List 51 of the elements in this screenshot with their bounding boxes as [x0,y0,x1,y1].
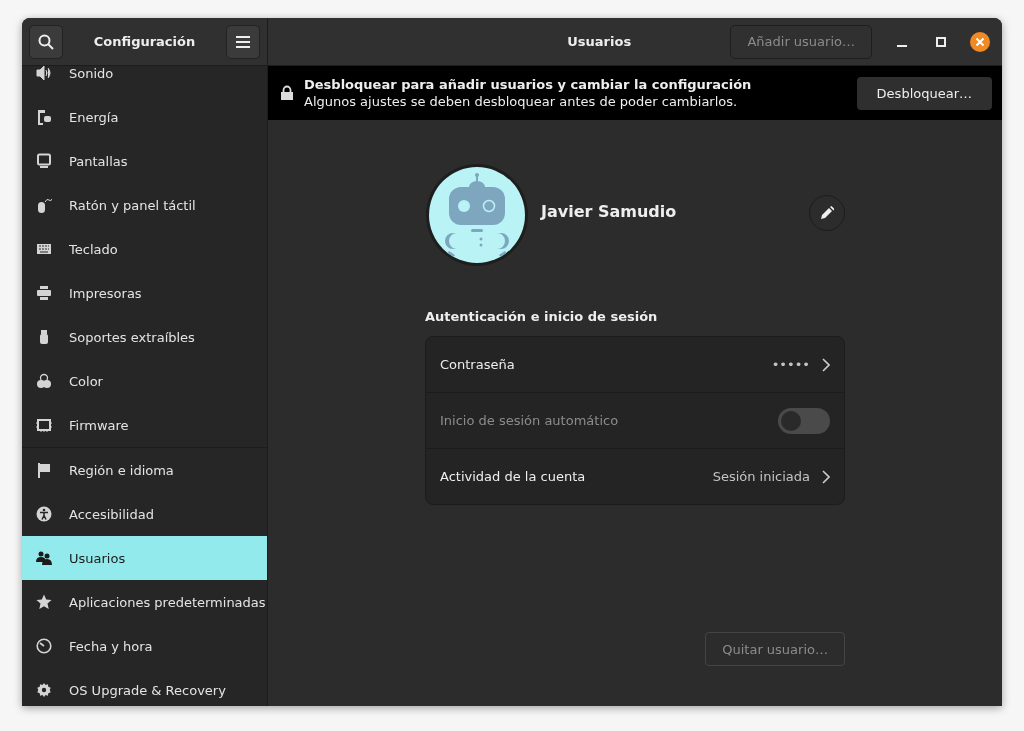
sidebar-item[interactable]: Energía [22,95,267,139]
infobar-message: Algunos ajustes se deben desbloquear antes de poder cambiarlos. [304,93,739,110]
monitor-icon [36,153,52,169]
clock-icon [36,638,52,654]
sidebar-item[interactable]: Color [22,359,267,403]
infobar-title: Desbloquear para añadir usuarios y cambiar la configuración [304,76,753,93]
user-name: Javier Samudio [541,201,678,221]
row-label: Actividad de la cuenta [440,469,587,484]
color-circles-icon [36,373,52,389]
flag-icon [36,462,52,478]
menu-icon [235,34,251,49]
sidebar-item[interactable]: Aplicaciones predeterminadas [22,580,267,624]
sidebar-item[interactable]: Soportes extraíbles [22,315,267,359]
chip-icon [36,417,52,433]
search-icon [38,33,54,50]
printer-icon [36,285,52,301]
sidebar-item[interactable]: Pantallas [22,139,267,183]
accessibility-icon [36,506,52,522]
people-icon [36,550,52,566]
sidebar-item[interactable]: Ratón y panel táctil [22,183,267,227]
sidebar-item[interactable]: Sonido [22,66,267,95]
star-icon [36,594,52,610]
speaker-icon [36,66,52,81]
chevron-right-icon[interactable] [822,357,830,372]
mouse-icon [36,197,52,213]
sidebar-item[interactable]: Teclado [22,227,267,271]
sidebar-item[interactable]: Impresoras [22,271,267,315]
sidebar-item[interactable]: OS Upgrade & Recovery [22,668,267,706]
keyboard-icon [36,241,52,257]
sidebar-item[interactable]: Usuarios [22,536,267,580]
close-icon[interactable] [970,31,990,52]
battery-plug-icon [36,109,52,125]
gear-icon [36,682,52,698]
row-label: Inicio de sesión automático [440,413,620,428]
page-title: Usuarios [566,34,633,49]
edit-button[interactable] [809,195,845,231]
sidebar-title: Configuración [93,34,196,49]
sidebar-item[interactable]: Accesibilidad [22,492,267,536]
sidebar-item[interactable]: Firmware [22,403,267,447]
unlock-button[interactable]: Desbloquear… [856,76,992,110]
chevron-right-icon[interactable] [822,469,830,484]
row-value: Sesión iniciada [712,469,810,484]
row-value: ••••• [771,357,810,372]
sidebar-item[interactable]: Región e idioma [22,448,267,492]
sidebar-item[interactable]: Fecha y hora [22,624,267,668]
pencil-icon [820,206,834,220]
section-heading: Autenticación e inicio de sesión [425,309,659,324]
row-label: Contraseña [440,357,516,372]
menu-button[interactable] [226,24,260,59]
lock-icon [280,85,294,101]
search-button[interactable] [29,24,63,59]
